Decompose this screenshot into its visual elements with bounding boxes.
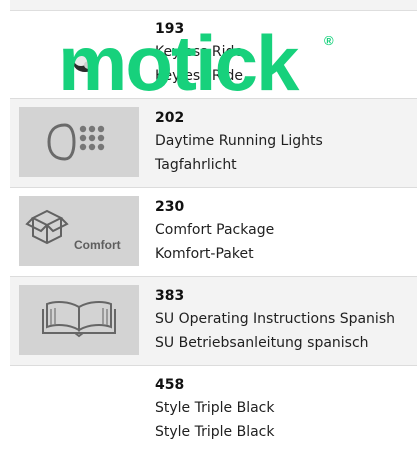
option-name-en: Daytime Running Lights [155, 133, 323, 149]
option-code: 193 [155, 21, 185, 37]
list-item[interactable]: 383 SU Operating Instructions Spanish SU… [10, 277, 417, 366]
list-item[interactable]: 193 Keyless Ride Keyless Ride [10, 10, 417, 99]
option-code: 230 [155, 199, 185, 215]
option-thumbnail: Comfort [19, 196, 139, 266]
option-thumbnail [19, 285, 139, 355]
option-code: 458 [155, 377, 185, 393]
headlight-icon [47, 123, 105, 161]
option-name-en: Comfort Package [155, 222, 275, 238]
option-thumbnail [19, 18, 139, 88]
list-item[interactable]: 458 Style Triple Black Style Triple Blac… [10, 366, 417, 458]
list-item[interactable]: 202 Daytime Running Lights Tagfahrlicht [10, 99, 417, 188]
option-name-en: SU Operating Instructions Spanish [155, 311, 395, 327]
option-name-de: Komfort-Paket [155, 246, 254, 262]
options-list: 193 Keyless Ride Keyless Ride 202 Daytim… [10, 10, 417, 458]
comfort-box-icon: Comfort [25, 209, 121, 252]
option-code: 383 [155, 288, 185, 304]
open-book-icon [42, 301, 116, 338]
comfort-label: Comfort [74, 238, 121, 252]
option-name-de: Style Triple Black [155, 424, 275, 440]
option-name-en: Keyless Ride [155, 44, 244, 60]
option-name-de: Keyless Ride [155, 68, 244, 84]
option-name-de: Tagfahrlicht [155, 157, 237, 173]
option-code: 202 [155, 110, 185, 126]
option-name-de: SU Betriebsanleitung spanisch [155, 335, 369, 351]
option-thumbnail-empty [19, 374, 139, 444]
option-name-en: Style Triple Black [155, 400, 275, 416]
list-item[interactable]: Comfort 230 Comfort Package Komfort-Pake… [10, 188, 417, 277]
key-fob-icon [73, 52, 97, 72]
option-thumbnail [19, 107, 139, 177]
